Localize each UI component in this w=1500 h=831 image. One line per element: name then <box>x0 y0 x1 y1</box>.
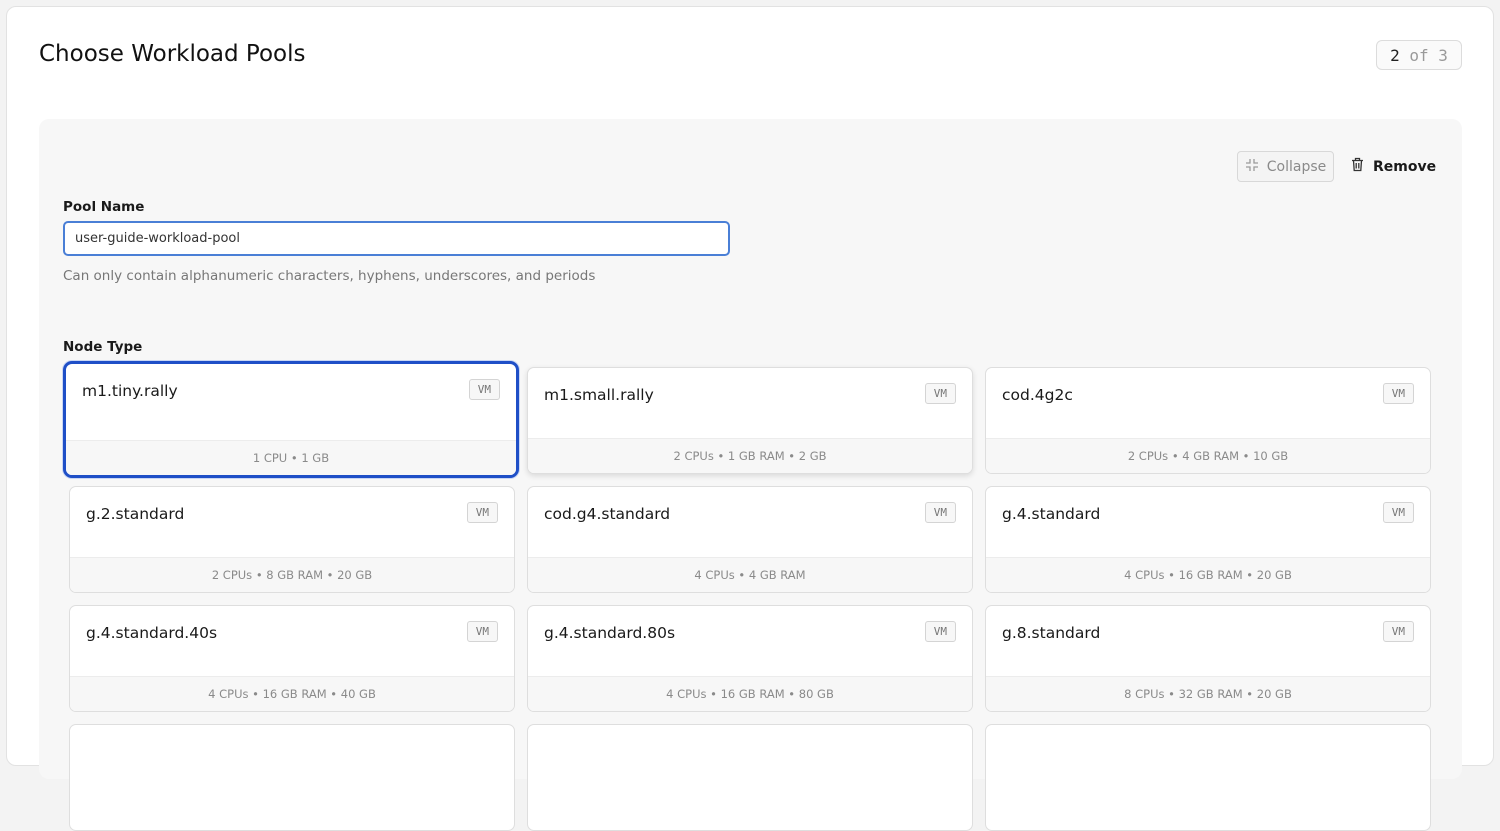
node-type-spec: 4 CPUs • 16 GB RAM • 80 GB <box>528 676 972 711</box>
pool-name-hint: Can only contain alphanumeric characters… <box>63 268 596 284</box>
pool-panel: Collapse Remove Pool Name Can only conta… <box>39 119 1462 831</box>
vm-badge: VM <box>924 502 956 523</box>
collapse-label: Collapse <box>1266 158 1327 175</box>
step-total: of 3 <box>1399 45 1448 65</box>
collapse-arrows-icon <box>1245 158 1259 176</box>
vm-badge: VM <box>1382 383 1414 404</box>
node-type-spec: 2 CPUs • 4 GB RAM • 10 GB <box>986 438 1430 473</box>
pool-name-label: Pool Name <box>63 199 145 215</box>
node-type-card[interactable]: g.4.standard.40s VM 4 CPUs • 16 GB RAM •… <box>69 605 515 712</box>
node-type-name: g.2.standard <box>86 505 185 523</box>
page-title: Choose Workload Pools <box>39 41 306 67</box>
node-type-card[interactable]: g.8.standard VM 8 CPUs • 32 GB RAM • 20 … <box>985 605 1431 712</box>
node-type-name: m1.small.rally <box>544 386 654 404</box>
node-type-card[interactable] <box>527 724 973 831</box>
node-type-name: cod.4g2c <box>1002 386 1073 404</box>
trash-icon <box>1351 157 1364 176</box>
remove-label: Remove <box>1373 158 1437 175</box>
vm-badge: VM <box>924 621 956 642</box>
node-type-label: Node Type <box>63 339 143 355</box>
node-type-name: cod.g4.standard <box>544 505 671 523</box>
node-type-card[interactable]: m1.tiny.rally VM 1 CPU • 1 GB <box>63 361 519 478</box>
node-type-grid: m1.tiny.rally VM 1 CPU • 1 GB m1.small.r… <box>63 361 1431 831</box>
node-type-spec: 4 CPUs • 16 GB RAM • 40 GB <box>70 676 514 711</box>
remove-button[interactable]: Remove <box>1351 151 1437 182</box>
node-type-spec: 8 CPUs • 32 GB RAM • 20 GB <box>986 676 1430 711</box>
vm-badge: VM <box>1382 502 1414 523</box>
node-type-spec: 4 CPUs • 4 GB RAM <box>528 557 972 592</box>
node-type-spec: 1 CPU • 1 GB <box>66 440 516 475</box>
node-type-name: g.4.standard.40s <box>86 624 218 642</box>
node-type-name: g.4.standard.80s <box>544 624 676 642</box>
collapse-button[interactable]: Collapse <box>1237 151 1334 182</box>
vm-badge: VM <box>924 383 956 404</box>
node-type-card[interactable]: g.2.standard VM 2 CPUs • 8 GB RAM • 20 G… <box>69 486 515 593</box>
vm-badge: VM <box>1382 621 1414 642</box>
workload-pools-section: Choose Workload Pools 2 of 3 Collapse Re… <box>6 6 1494 831</box>
node-type-card[interactable] <box>69 724 515 831</box>
node-type-card[interactable]: g.4.standard.80s VM 4 CPUs • 16 GB RAM •… <box>527 605 973 712</box>
node-type-card[interactable]: cod.g4.standard VM 4 CPUs • 4 GB RAM <box>527 486 973 593</box>
node-type-spec: 4 CPUs • 16 GB RAM • 20 GB <box>986 557 1430 592</box>
step-indicator: 2 of 3 <box>1376 40 1462 70</box>
node-type-card[interactable] <box>985 724 1431 831</box>
node-type-spec: 2 CPUs • 1 GB RAM • 2 GB <box>528 438 972 473</box>
vm-badge: VM <box>466 502 498 523</box>
vm-badge: VM <box>466 621 498 642</box>
node-type-name: g.8.standard <box>1002 624 1101 642</box>
node-type-card[interactable]: cod.4g2c VM 2 CPUs • 4 GB RAM • 10 GB <box>985 367 1431 474</box>
node-type-card[interactable]: g.4.standard VM 4 CPUs • 16 GB RAM • 20 … <box>985 486 1431 593</box>
node-type-name: m1.tiny.rally <box>82 382 178 400</box>
step-current: 2 <box>1390 45 1400 65</box>
node-type-spec: 2 CPUs • 8 GB RAM • 20 GB <box>70 557 514 592</box>
node-type-name: g.4.standard <box>1002 505 1101 523</box>
vm-badge: VM <box>468 379 500 400</box>
node-type-card[interactable]: m1.small.rally VM 2 CPUs • 1 GB RAM • 2 … <box>527 367 973 474</box>
pool-name-input[interactable] <box>63 221 730 256</box>
